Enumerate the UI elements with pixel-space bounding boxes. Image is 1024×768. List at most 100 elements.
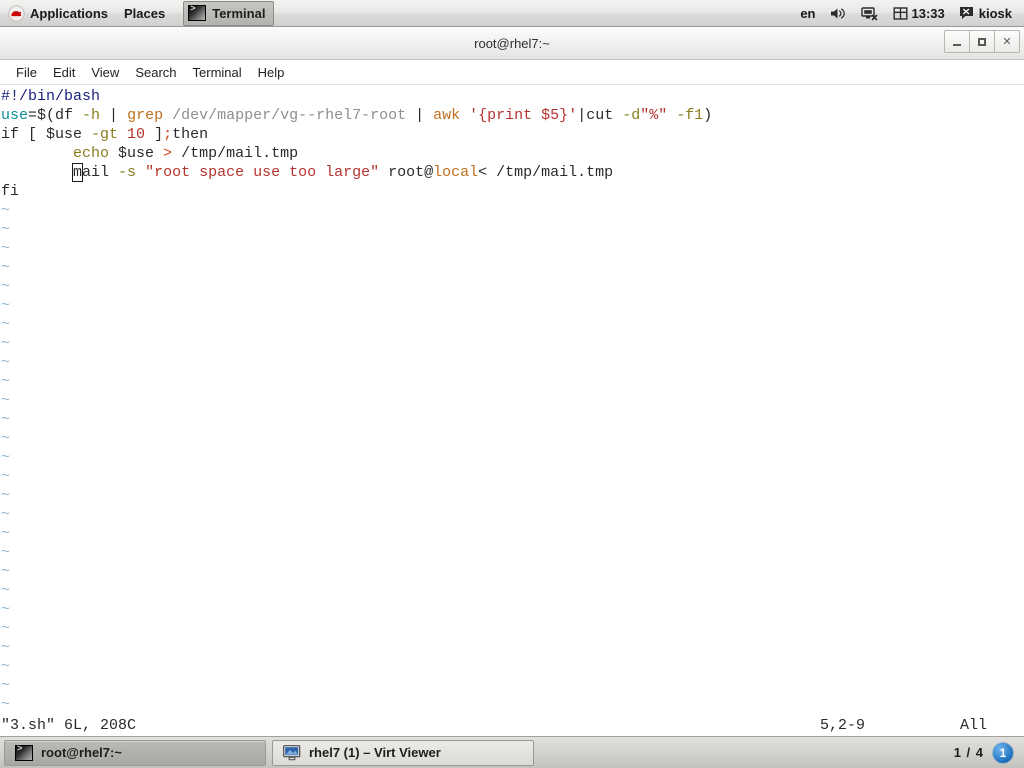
places-menu[interactable]: Places (116, 0, 173, 26)
vim-token: -d (622, 107, 641, 124)
workspace-switcher-button[interactable]: 1 (992, 741, 1014, 764)
vim-empty-line-marker: ~ (1, 677, 11, 694)
vim-token: ] (145, 126, 164, 143)
vim-empty-line-marker: ~ (1, 221, 11, 238)
vim-status-line: "3.sh" 6L, 208C 5,2-9 All (0, 714, 1024, 736)
window-list-item-label: Terminal (212, 5, 266, 21)
menu-search[interactable]: Search (127, 63, 184, 82)
vim-token: =$(df (28, 107, 83, 124)
top-panel-left: Applications Places Terminal (0, 0, 275, 26)
vim-empty-line-marker: ~ (1, 202, 11, 219)
taskbar-item-terminal[interactable]: root@rhel7:~ (4, 739, 266, 766)
vim-token: grep (127, 107, 164, 124)
vim-empty-line-marker: ~ (1, 506, 11, 523)
vim-status-scroll: All (960, 716, 988, 734)
vim-token: | (406, 107, 434, 124)
menu-terminal[interactable]: Terminal (185, 63, 250, 82)
vim-empty-line-marker: ~ (1, 449, 11, 466)
volume-icon (830, 6, 847, 21)
taskbar-right: 1 / 4 1 (954, 741, 1020, 764)
vim-empty-line-marker: ~ (1, 639, 11, 656)
vim-token: ) (703, 107, 713, 124)
window-list-item-terminal[interactable]: Terminal (183, 0, 275, 26)
vim-empty-line-marker: ~ (1, 487, 11, 504)
keyboard-layout-indicator[interactable]: en (794, 0, 821, 26)
calendar-icon (893, 6, 908, 21)
vim-status-position: 5,2-9 (820, 716, 866, 734)
window-titlebar[interactable]: root@rhel7:~ ✕ (0, 27, 1024, 60)
minimize-button[interactable] (944, 30, 970, 53)
vim-token: -s (118, 164, 137, 181)
monitor-icon (283, 744, 301, 761)
keyboard-layout-label: en (800, 5, 816, 21)
vim-empty-line-marker: ~ (1, 544, 11, 561)
vim-token (1, 145, 73, 162)
vim-empty-line-marker: ~ (1, 259, 11, 276)
vim-empty-line-marker: ~ (1, 430, 11, 447)
vim-token: > (163, 145, 173, 162)
terminal-window: root@rhel7:~ ✕ File Edit View Search Ter… (0, 27, 1024, 736)
vim-empty-line-marker: ~ (1, 411, 11, 428)
taskbar-item-virt-viewer[interactable]: rhel7 (1) – Virt Viewer (272, 739, 534, 766)
applications-menu-label: Applications (30, 5, 109, 21)
vim-token (460, 107, 469, 124)
vim-empty-line-marker: ~ (1, 620, 11, 637)
user-menu[interactable]: kiosk (953, 0, 1018, 26)
vim-empty-line-marker: ~ (1, 316, 11, 333)
vim-token (1, 164, 73, 181)
vim-token: use (1, 107, 29, 124)
volume-button[interactable] (824, 0, 853, 26)
vim-token: if [ $use (1, 126, 92, 143)
vim-line: if [ $use -gt 10 ];then (0, 125, 1024, 144)
vim-token (667, 107, 676, 124)
vim-token: $use (109, 145, 164, 162)
network-button[interactable] (855, 0, 885, 26)
vim-empty-line-marker: ~ (1, 335, 11, 352)
redhat-logo-icon (8, 4, 25, 22)
menu-edit[interactable]: Edit (45, 63, 83, 82)
window-controls: ✕ (944, 30, 1020, 53)
vim-token: | (100, 107, 128, 124)
vim-token: "root space use too large" (145, 164, 380, 181)
vim-token: 10 (127, 126, 146, 143)
applications-menu[interactable]: Applications (0, 0, 116, 26)
vim-token: '{print $5}' (469, 107, 578, 124)
vim-token: awk (433, 107, 461, 124)
clock-button[interactable]: 13:33 (887, 0, 951, 26)
menu-help[interactable]: Help (250, 63, 293, 82)
vim-status-file: "3.sh" 6L, 208C (1, 716, 137, 734)
vim-empty-line-marker: ~ (1, 354, 11, 371)
vim-text-area[interactable]: #!/bin/bash use=$(df -h | grep /dev/mappe… (0, 85, 1024, 736)
vim-empty-line-marker: ~ (1, 658, 11, 675)
vim-empty-line-marker: ~ (1, 297, 11, 314)
vim-empty-line-marker: ~ (1, 373, 11, 390)
vim-token: -f1 (676, 107, 704, 124)
user-menu-label: kiosk (978, 5, 1012, 21)
vim-empty-line-marker: ~ (1, 582, 11, 599)
vim-token: -h (82, 107, 101, 124)
vim-token: /dev/mapper/vg--rhel7-root (163, 107, 407, 124)
vim-empty-line-marker: ~ (1, 278, 11, 295)
vim-empty-line-marker: ~ (1, 563, 11, 580)
vim-line: mail -s "root space use too large" root@… (0, 163, 1024, 182)
vim-token: #!/bin/bash (1, 88, 101, 105)
terminal-icon (188, 4, 207, 21)
menu-view[interactable]: View (83, 63, 127, 82)
top-panel-right: en 13:33 kiosk (794, 0, 1024, 26)
vim-token: "%" (640, 107, 668, 124)
vim-empty-line-marker: ~ (1, 696, 11, 713)
top-panel-window-list: Terminal (183, 0, 275, 26)
message-icon (959, 6, 975, 20)
vim-token: ; (163, 126, 173, 143)
vim-token (118, 126, 127, 143)
vim-empty-line-marker: ~ (1, 468, 11, 485)
maximize-button[interactable] (969, 30, 995, 53)
close-button[interactable]: ✕ (994, 30, 1020, 53)
menu-file[interactable]: File (8, 63, 45, 82)
vim-buffer-lines: #!/bin/bash use=$(df -h | grep /dev/mappe… (0, 87, 1024, 201)
vim-token: then (172, 126, 209, 143)
vim-line: fi (0, 182, 1024, 201)
vim-token: < /tmp/mail.tmp (478, 164, 614, 181)
vim-token: local (433, 164, 479, 181)
vim-line: use=$(df -h | grep /dev/mapper/vg--rhel7… (0, 106, 1024, 125)
